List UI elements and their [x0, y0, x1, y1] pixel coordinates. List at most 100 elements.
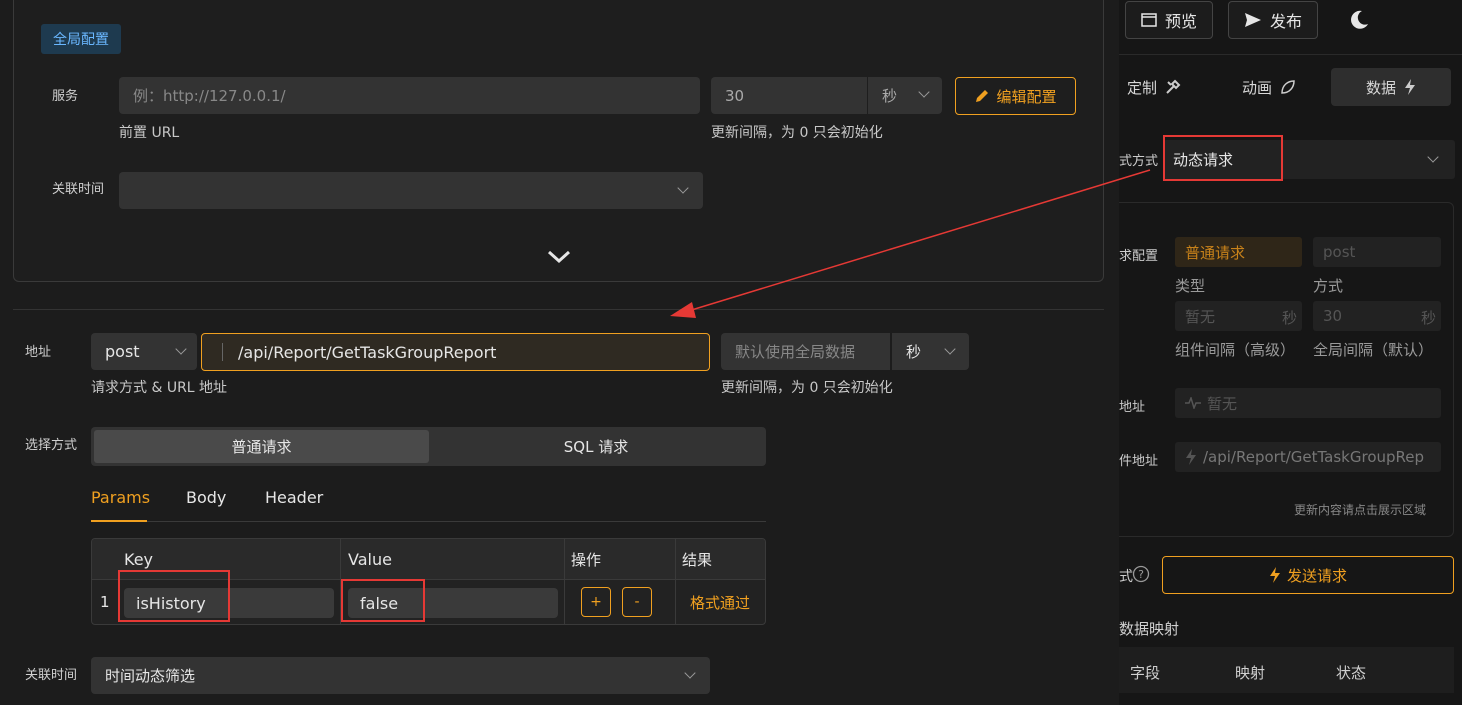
tab-body[interactable]: Body	[186, 488, 226, 507]
select-mode-label: 选择方式	[25, 438, 78, 453]
update-hint: 更新内容请点击展示区域	[1294, 503, 1427, 517]
col-result-header: 结果	[682, 539, 762, 579]
preview-button[interactable]: 预览	[1125, 1, 1213, 39]
chevron-down-icon	[918, 86, 930, 98]
send-icon	[1244, 13, 1261, 27]
annotation-box-key	[118, 570, 230, 622]
expand-chevron-icon[interactable]	[546, 248, 572, 266]
chevron-down-icon	[677, 182, 689, 194]
publish-button[interactable]: 发布	[1228, 1, 1318, 39]
related-time-label: 关联时间	[25, 668, 78, 683]
method-select[interactable]: post	[91, 333, 197, 370]
help-icon[interactable]: ?	[1132, 565, 1150, 583]
url-value: /api/Report/GetTaskGroupReport	[238, 342, 497, 362]
tab-data-label: 数据	[1365, 78, 1396, 97]
address-label: 地址	[25, 345, 52, 360]
data-mapping-title: 数据映射	[1119, 620, 1180, 638]
moon-icon[interactable]	[1348, 9, 1370, 31]
tab-params[interactable]: Params	[91, 488, 150, 507]
global-interval-input[interactable]: 30	[711, 77, 867, 114]
global-interval-unit-select[interactable]: 秒	[868, 77, 942, 114]
lightning-icon	[1186, 449, 1196, 465]
result-status: 格式通过	[690, 593, 751, 612]
add-row-button[interactable]: +	[581, 587, 611, 617]
tab-animation[interactable]: 动画	[1219, 68, 1319, 106]
global-interval-caption-right: 全局间隔（默认）	[1313, 341, 1434, 359]
send-request-button[interactable]: 发送请求	[1162, 556, 1454, 594]
global-interval-field: 30 秒	[1313, 301, 1441, 331]
pencil-icon	[976, 90, 989, 102]
pulse-icon	[1185, 397, 1201, 409]
mapping-header-row	[1119, 647, 1454, 693]
publish-label: 发布	[1269, 12, 1302, 31]
related-time-select[interactable]: 时间动态筛选	[91, 657, 710, 694]
mode-sql-option[interactable]: SQL 请求	[429, 430, 763, 463]
svg-text:?: ?	[1138, 568, 1144, 581]
request-type-field: 普通请求	[1175, 237, 1302, 267]
lightning-icon	[1405, 79, 1415, 95]
address-caption: 请求方式 & URL 地址	[91, 380, 228, 396]
mode-segmented-control: 普通请求 SQL 请求	[91, 427, 766, 466]
request-editor: 全局配置 服务 例：http://127.0.0.1/ 前置 URL 30 秒 …	[0, 0, 1119, 705]
tools-icon	[1166, 79, 1181, 94]
type-caption: 类型	[1175, 277, 1206, 295]
global-interval-value: 30	[725, 86, 745, 105]
request-config-label: 求配置	[1119, 249, 1159, 264]
edit-config-button[interactable]: 编辑配置	[955, 77, 1076, 115]
global-related-time-select[interactable]	[119, 172, 703, 209]
component-interval-caption: 组件间隔（高级）	[1175, 341, 1296, 359]
component-address-field: /api/Report/GetTaskGroupRep	[1175, 442, 1441, 472]
remove-row-button[interactable]: -	[622, 587, 652, 617]
mapping-col-map: 映射	[1235, 664, 1266, 682]
url-divider	[222, 343, 223, 361]
prefix-url-caption: 前置 URL	[119, 125, 180, 141]
global-related-time-label: 关联时间	[52, 182, 105, 197]
col-divider	[564, 539, 565, 624]
tabs-divider	[91, 521, 766, 522]
tab-customize[interactable]: 定制	[1119, 68, 1189, 106]
mode-normal-option[interactable]: 普通请求	[94, 430, 429, 463]
tab-animation-label: 动画	[1241, 78, 1272, 97]
chevron-down-icon	[1427, 151, 1439, 163]
mapping-col-status: 状态	[1336, 664, 1367, 682]
send-request-label: 发送请求	[1286, 566, 1347, 585]
col-value-header: Value	[348, 539, 563, 579]
tab-header[interactable]: Header	[265, 488, 323, 507]
window-icon	[1141, 13, 1157, 27]
request-interval-placeholder: 默认使用全局数据	[735, 343, 856, 361]
component-address-label: 件地址	[1119, 454, 1159, 469]
section-divider	[13, 309, 1104, 310]
annotation-box-value	[341, 579, 425, 622]
request-interval-caption: 更新间隔，为 0 只会初始化	[721, 380, 893, 396]
config-side-panel: 预览 发布 定制 动画 数据 式方式 动态请求 求配置 普通请求 post 类型…	[1119, 0, 1462, 705]
chevron-down-icon	[175, 343, 187, 355]
request-interval-unit-select[interactable]: 秒	[892, 333, 969, 370]
global-interval-caption: 更新间隔，为 0 只会初始化	[711, 125, 883, 141]
address-label-right: 地址	[1119, 400, 1146, 415]
component-interval-unit: 秒	[1282, 309, 1298, 327]
panel-top-divider	[1119, 54, 1462, 55]
global-interval-field-value: 30	[1323, 307, 1343, 325]
global-interval-field-unit: 秒	[1421, 309, 1437, 327]
lightning-icon	[1269, 567, 1280, 583]
prefix-url-input[interactable]: 例：http://127.0.0.1/	[119, 77, 700, 114]
request-interval-input[interactable]: 默认使用全局数据	[721, 333, 890, 370]
url-input[interactable]: /api/Report/GetTaskGroupReport	[201, 333, 710, 371]
component-interval-value: 暂无	[1185, 307, 1216, 326]
col-divider	[675, 539, 676, 624]
tab-customize-label: 定制	[1126, 78, 1157, 97]
chevron-down-icon	[684, 667, 696, 679]
component-interval-field: 暂无 秒	[1175, 301, 1302, 331]
preview-label: 预览	[1164, 12, 1197, 31]
global-address-value: 暂无	[1207, 394, 1238, 413]
leaf-icon	[1281, 80, 1295, 94]
global-address-field: 暂无	[1175, 388, 1441, 418]
request-interval-unit: 秒	[906, 343, 922, 361]
related-time-value: 时间动态筛选	[105, 667, 196, 685]
tab-data[interactable]: 数据	[1331, 68, 1451, 106]
method-caption: 方式	[1313, 277, 1344, 295]
service-label: 服务	[52, 89, 79, 104]
global-interval-unit: 秒	[882, 87, 898, 105]
row-index: 1	[100, 593, 110, 611]
component-address-value: /api/Report/GetTaskGroupRep	[1203, 448, 1425, 466]
